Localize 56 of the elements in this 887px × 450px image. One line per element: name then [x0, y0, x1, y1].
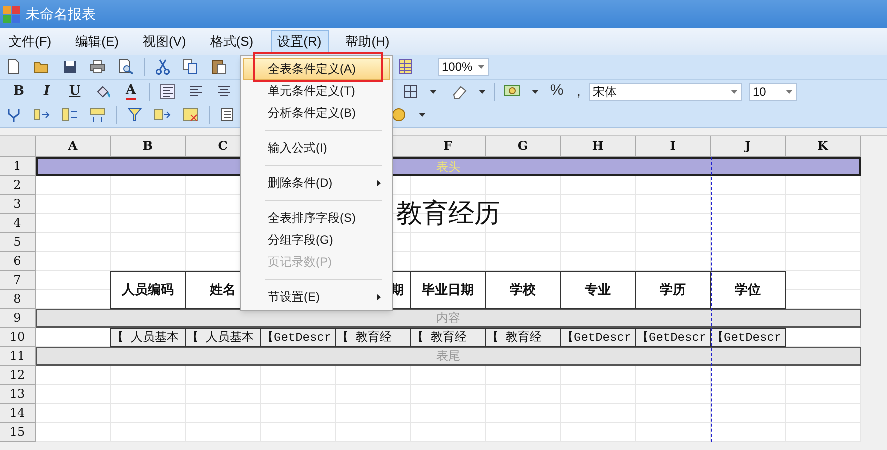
row-header[interactable]: 3 — [0, 195, 36, 214]
body-band: 内容 — [36, 309, 861, 328]
font-color-button[interactable]: A — [126, 84, 136, 100]
percent-button[interactable]: % — [550, 80, 564, 103]
menu-item[interactable]: 编辑(E) — [68, 30, 126, 53]
row-header[interactable]: 15 — [0, 423, 36, 442]
zoom-dropdown[interactable]: 100% — [438, 58, 489, 76]
menu-item[interactable]: 分组字段(G) — [243, 229, 390, 251]
table-header-cell: 毕业日期 — [410, 271, 486, 309]
font-size-dropdown[interactable]: 10 — [749, 82, 797, 100]
data-field-cell: 【GetDescr — [560, 328, 636, 347]
row-header[interactable]: 9 — [0, 309, 36, 328]
data-field-cell: 【 人员基本 — [185, 328, 261, 347]
row-header[interactable]: 14 — [0, 404, 36, 423]
window-title: 未命名报表 — [26, 4, 96, 24]
underline-button[interactable]: U — [69, 82, 81, 102]
menu-item[interactable]: 全表条件定义(A) — [243, 58, 390, 80]
menu-item[interactable]: 设置(R) — [270, 30, 329, 53]
row-header[interactable]: 10 — [0, 328, 36, 347]
menu-item[interactable]: 视图(V) — [136, 30, 194, 53]
menu-item[interactable]: 输入公式(I) — [243, 137, 390, 159]
table-header-cell: 学校 — [485, 271, 561, 309]
table-header-cell: 专业 — [560, 271, 636, 309]
report-title: 教育经历 — [396, 198, 500, 230]
data-field-cell: 【 教育经 — [410, 328, 486, 347]
menu-item[interactable]: 分析条件定义(B) — [243, 102, 390, 124]
row-header[interactable]: 13 — [0, 385, 36, 404]
table-header-cell: 人员编码 — [110, 271, 186, 309]
row-header[interactable]: 11 — [0, 347, 36, 366]
menu-item[interactable]: 文件(F) — [2, 30, 59, 53]
data-field-cell: 【 教育经 — [335, 328, 411, 347]
footer-band: 表尾 — [36, 347, 861, 366]
bold-button[interactable]: B — [14, 82, 24, 102]
data-field-cell: 【 教育经 — [485, 328, 561, 347]
italic-button[interactable]: I — [44, 82, 50, 102]
row-header[interactable]: 8 — [0, 290, 36, 309]
table-header-cell: 学位 — [710, 271, 786, 309]
data-field-cell: 【 人员基本 — [110, 328, 186, 347]
row-header[interactable]: 4 — [0, 214, 36, 233]
row-header[interactable]: 2 — [0, 176, 36, 195]
menu-item: 页记录数(P) — [267, 254, 333, 271]
row-header[interactable]: 12 — [0, 366, 36, 385]
data-field-cell: 【GetDescr — [260, 328, 336, 347]
menu-item[interactable]: 单元条件定义(T) — [243, 80, 390, 102]
row-header[interactable]: 7 — [0, 271, 36, 290]
table-header-cell: 学历 — [635, 271, 711, 309]
menu-item[interactable]: 格式(S) — [203, 30, 261, 53]
row-header[interactable]: 5 — [0, 233, 36, 252]
menu-item[interactable]: 全表排序字段(S) — [243, 207, 390, 229]
menu-item[interactable]: 帮助(H) — [338, 30, 397, 53]
data-field-cell: 【GetDescr — [635, 328, 711, 347]
font-dropdown[interactable]: 宋体 — [589, 82, 742, 100]
data-field-cell: 【GetDescr — [710, 328, 786, 347]
comma-button[interactable]: , — [577, 81, 581, 102]
row-header[interactable]: 6 — [0, 252, 36, 271]
row-header[interactable]: 1 — [0, 157, 36, 176]
